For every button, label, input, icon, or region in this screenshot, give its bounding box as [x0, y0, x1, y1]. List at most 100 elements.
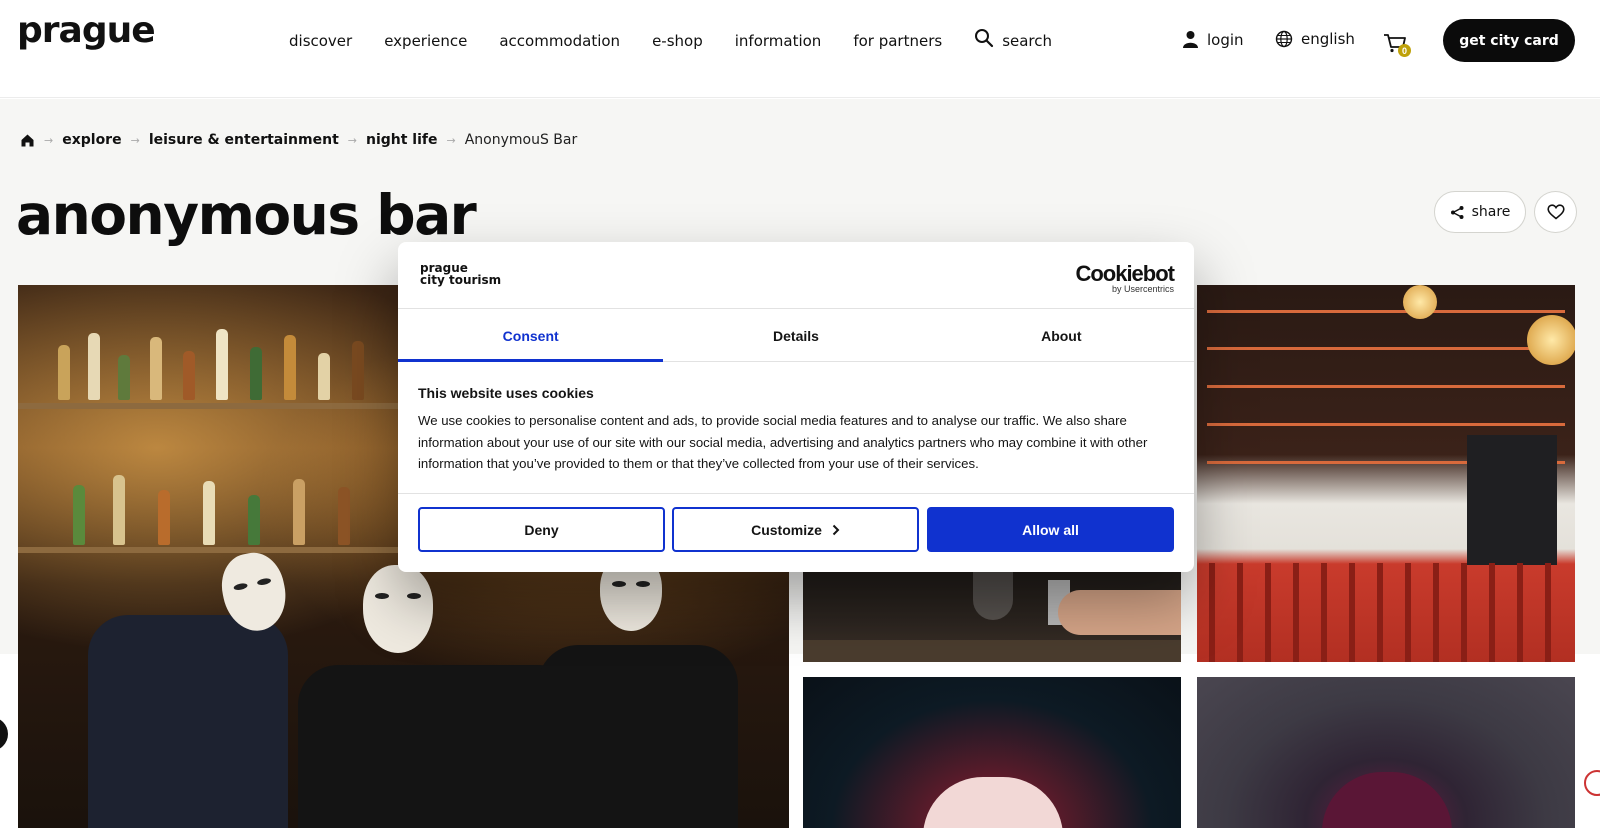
language-label: english — [1301, 30, 1355, 48]
nav-item-for-partners[interactable]: for partners — [853, 32, 942, 50]
photo-detail — [1545, 563, 1551, 662]
globe-icon — [1275, 30, 1293, 48]
photo-detail — [1527, 315, 1575, 365]
home-icon[interactable] — [20, 133, 35, 148]
breadcrumb-separator: → — [347, 133, 357, 147]
allow-all-button[interactable]: Allow all — [927, 507, 1174, 552]
photo-detail — [113, 475, 125, 545]
cart-count-badge: 0 — [1398, 44, 1411, 57]
nav-item-e-shop[interactable]: e-shop — [652, 32, 703, 50]
photo-detail — [298, 665, 578, 828]
photo-detail — [18, 547, 438, 553]
customize-button[interactable]: Customize — [672, 507, 919, 552]
photo-detail — [88, 333, 100, 400]
photo-detail — [58, 345, 70, 400]
nav-item-information[interactable]: information — [735, 32, 822, 50]
photo-detail — [923, 777, 1063, 828]
search-button[interactable]: search — [974, 29, 1053, 50]
prague-city-tourism-logo: prague city tourism — [420, 262, 501, 286]
nav-item-experience[interactable]: experience — [384, 32, 467, 50]
gallery-photo-bar-shelves[interactable] — [1197, 285, 1575, 662]
site-logo[interactable]: prague — [17, 10, 156, 51]
cookie-consent-dialog: prague city tourism Cookiebot by Usercen… — [398, 242, 1194, 572]
photo-detail — [1517, 563, 1523, 662]
deny-label: Deny — [524, 521, 559, 538]
gallery-photo-bartender[interactable] — [803, 560, 1181, 662]
photo-detail — [18, 403, 438, 409]
photo-detail — [248, 495, 260, 545]
chat-widget-tab[interactable] — [0, 717, 8, 751]
photo-detail — [1237, 563, 1243, 662]
photo-detail — [1209, 563, 1215, 662]
cookiebot-logo[interactable]: Cookiebot by Usercentrics — [1075, 261, 1175, 294]
search-label: search — [1002, 32, 1053, 50]
cookie-dialog-body: We use cookies to personalise content an… — [418, 413, 1148, 471]
breadcrumb-separator: → — [130, 133, 140, 147]
photo-detail — [1207, 423, 1565, 426]
search-icon — [975, 29, 994, 48]
favorite-button[interactable] — [1534, 191, 1577, 233]
photo-detail — [1207, 385, 1565, 388]
photo-detail — [1377, 563, 1383, 662]
photo-detail — [1293, 563, 1299, 662]
chevron-right-icon — [832, 524, 840, 535]
breadcrumb-separator: → — [446, 133, 456, 147]
tab-details[interactable]: Details — [663, 310, 928, 361]
cookie-dialog-heading: This website uses cookies — [418, 385, 594, 401]
login-button[interactable]: login — [1182, 30, 1244, 49]
site-header: prague discover experience accommodation… — [0, 0, 1600, 98]
heart-icon — [1546, 204, 1565, 220]
photo-detail — [88, 615, 288, 828]
photo-detail — [1058, 590, 1181, 635]
share-icon — [1450, 205, 1464, 219]
breadcrumb-current: AnonymouS Bar — [464, 132, 578, 148]
breadcrumb-night-life[interactable]: night life — [366, 132, 438, 148]
gallery-photo-cocktail-purple[interactable] — [1197, 677, 1575, 828]
breadcrumb-explore[interactable]: explore — [62, 132, 121, 148]
deny-button[interactable]: Deny — [418, 507, 665, 552]
share-label: share — [1471, 204, 1511, 220]
page-title: anonymous bar — [16, 183, 477, 247]
photo-detail — [150, 337, 162, 400]
breadcrumb-leisure[interactable]: leisure & entertainment — [149, 132, 339, 148]
cart-button[interactable]: 0 — [1383, 33, 1411, 57]
photo-detail — [216, 329, 228, 400]
photo-detail — [284, 335, 296, 400]
tab-consent[interactable]: Consent — [398, 310, 664, 362]
photo-detail — [118, 355, 130, 400]
breadcrumb-separator: → — [44, 133, 54, 147]
photo-detail — [250, 347, 262, 400]
photo-detail — [1433, 563, 1439, 662]
photo-detail — [73, 485, 85, 545]
photo-detail — [293, 479, 305, 545]
photo-detail — [1321, 563, 1327, 662]
nav-item-discover[interactable]: discover — [289, 32, 352, 50]
user-icon — [1183, 31, 1198, 48]
photo-detail — [1207, 310, 1565, 313]
customize-label: Customize — [751, 521, 822, 538]
login-label: login — [1207, 30, 1244, 49]
nav-item-accommodation[interactable]: accommodation — [499, 32, 620, 50]
accessibility-widget-icon[interactable] — [1584, 770, 1600, 796]
gallery-photo-cocktail-red[interactable] — [803, 677, 1181, 828]
share-button[interactable]: share — [1434, 191, 1526, 233]
photo-detail — [803, 640, 1181, 662]
photo-detail — [158, 490, 170, 545]
cookie-dialog-header: prague city tourism Cookiebot by Usercen… — [398, 242, 1194, 309]
get-city-card-button[interactable]: get city card — [1443, 19, 1575, 62]
photo-detail — [538, 645, 738, 828]
language-selector[interactable]: english — [1275, 30, 1355, 48]
photo-detail — [338, 487, 350, 545]
divider — [398, 493, 1194, 494]
allow-all-label: Allow all — [1022, 521, 1079, 538]
photo-detail — [363, 565, 433, 653]
main-nav: discover experience accommodation e-shop… — [289, 29, 1084, 50]
breadcrumb: → explore → leisure & entertainment → ni… — [20, 132, 577, 148]
photo-detail — [1405, 563, 1411, 662]
brand-line-2: city tourism — [420, 273, 502, 287]
photo-detail — [183, 351, 195, 400]
tab-about[interactable]: About — [929, 310, 1194, 361]
photo-detail — [1207, 347, 1565, 350]
photo-detail — [1322, 772, 1452, 828]
photo-detail — [1265, 563, 1271, 662]
